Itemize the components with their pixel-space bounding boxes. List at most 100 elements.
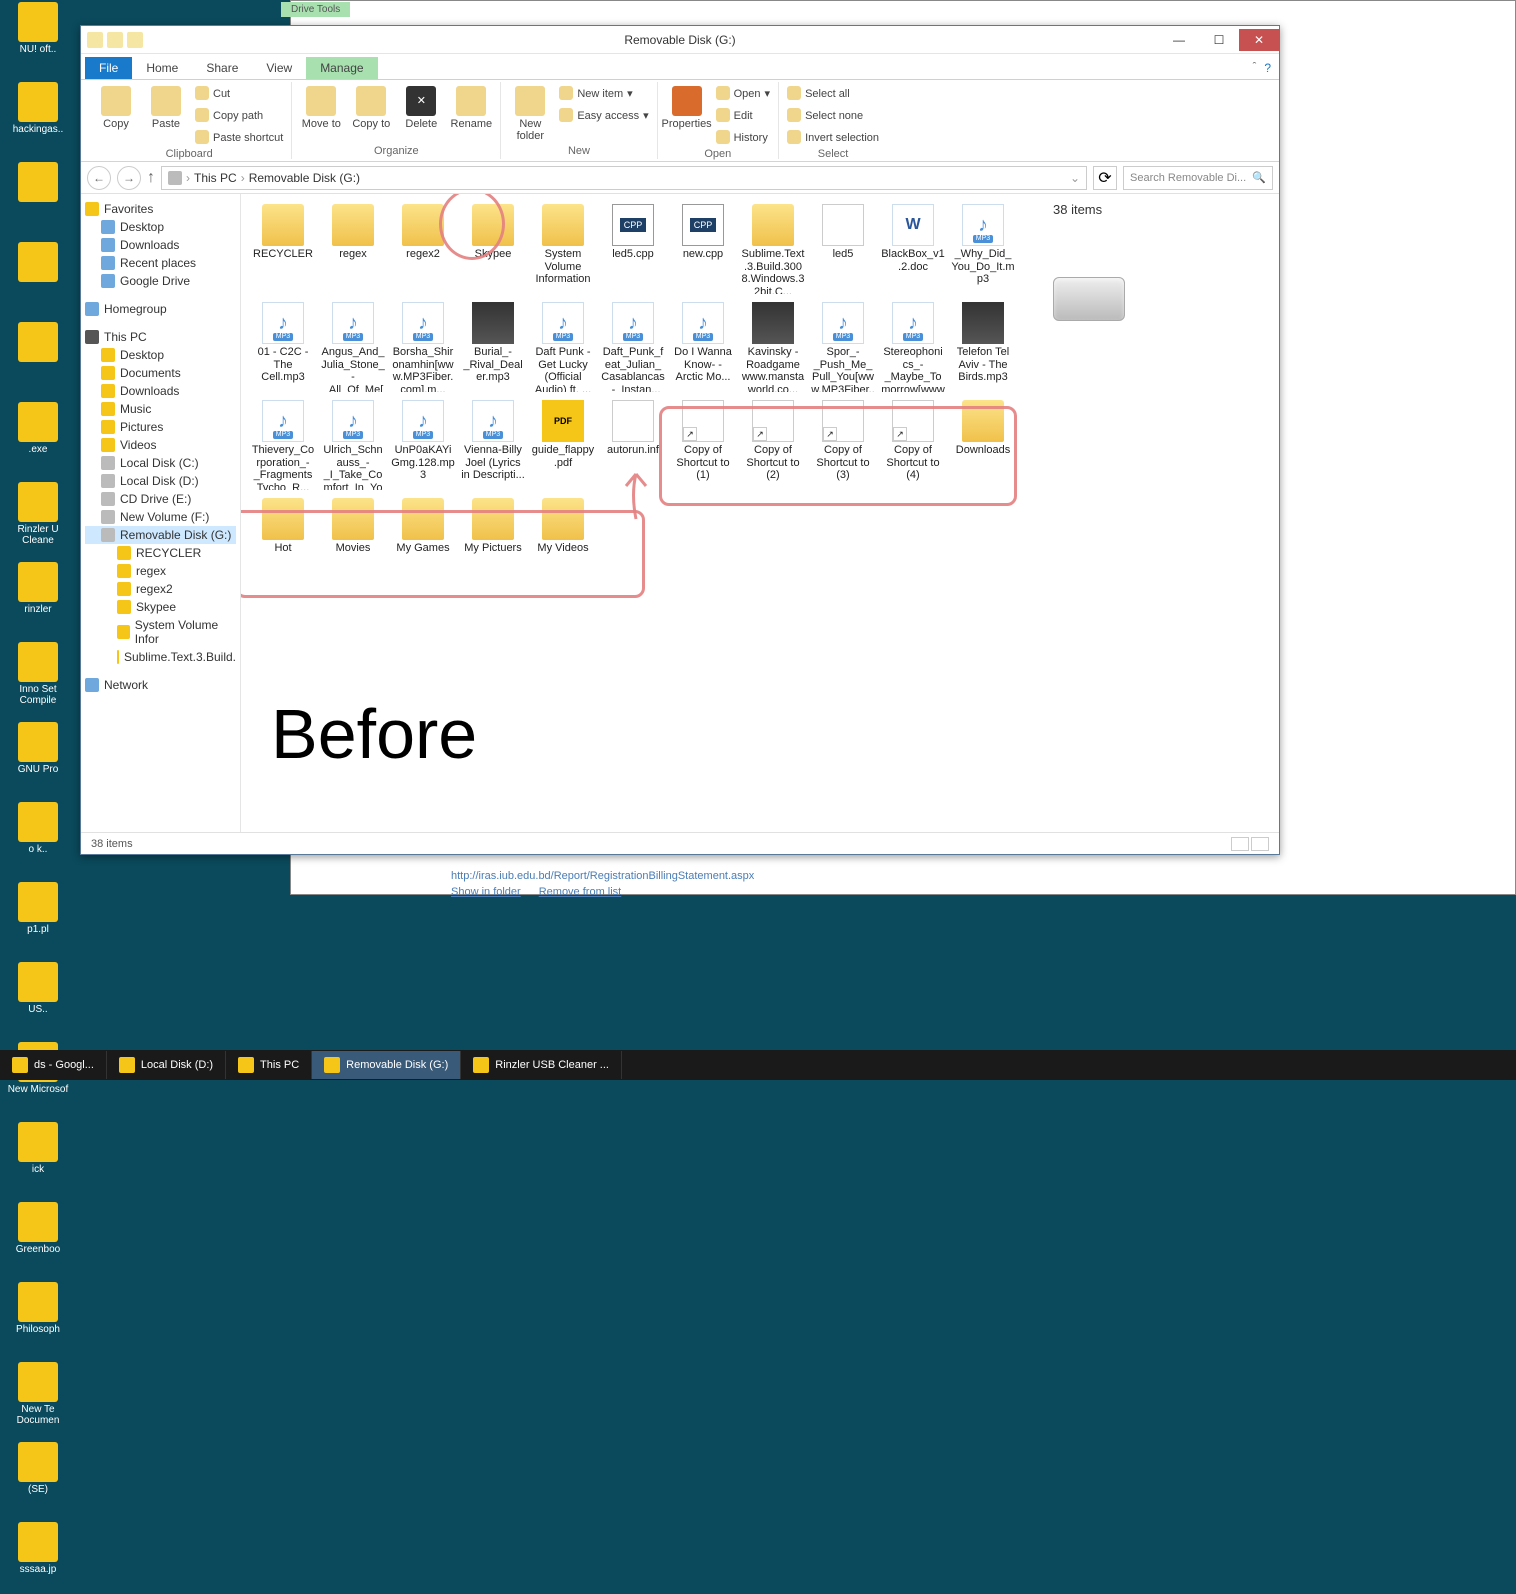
desktop-icon[interactable]: GNU Pro bbox=[2, 722, 74, 794]
desktop-icon[interactable]: rinzler bbox=[2, 562, 74, 634]
tab-share[interactable]: Share bbox=[192, 57, 252, 79]
nav-back-button[interactable]: ← bbox=[87, 166, 111, 190]
file-item[interactable]: guide_flappy.pdf bbox=[529, 398, 597, 492]
qat-icon[interactable] bbox=[107, 32, 123, 48]
file-item[interactable]: Copy of Shortcut to (1) bbox=[669, 398, 737, 492]
desktop-icon[interactable] bbox=[2, 242, 74, 314]
properties-button[interactable]: Properties bbox=[664, 84, 710, 132]
desktop-icon[interactable]: ick bbox=[2, 1122, 74, 1194]
file-item[interactable]: regex2 bbox=[389, 202, 457, 296]
paste-shortcut-button[interactable]: Paste shortcut bbox=[193, 128, 285, 148]
file-item[interactable]: new.cpp bbox=[669, 202, 737, 296]
bg-show-in-folder[interactable]: Show in folder bbox=[451, 886, 521, 898]
tree-item[interactable]: Removable Disk (G:) bbox=[85, 526, 236, 544]
desktop-icon[interactable]: hackingas.. bbox=[2, 82, 74, 154]
file-item[interactable]: System Volume Information bbox=[529, 202, 597, 296]
desktop-icon[interactable]: Rinzler U Cleane bbox=[2, 482, 74, 554]
tree-item[interactable]: Local Disk (C:) bbox=[85, 454, 236, 472]
file-item[interactable]: Do I Wanna Know- - Arctic Mo... bbox=[669, 300, 737, 394]
qat-icon[interactable] bbox=[127, 32, 143, 48]
new-folder-button[interactable]: New folder bbox=[507, 84, 553, 144]
file-item[interactable]: Daft_Punk_feat_Julian_Casablancas_-_Inst… bbox=[599, 300, 667, 394]
file-item[interactable]: My Pictuers bbox=[459, 496, 527, 557]
tree-item[interactable]: Sublime.Text.3.Build. bbox=[85, 648, 236, 666]
file-item[interactable]: Movies bbox=[319, 496, 387, 557]
breadcrumb[interactable]: › This PC › Removable Disk (G:) ⌄ bbox=[161, 166, 1087, 190]
file-item[interactable]: My Games bbox=[389, 496, 457, 557]
copy-to-button[interactable]: Copy to bbox=[348, 84, 394, 132]
close-button[interactable]: ✕ bbox=[1239, 29, 1279, 51]
tree-item[interactable]: Desktop bbox=[85, 346, 236, 364]
tab-home[interactable]: Home bbox=[132, 57, 192, 79]
file-item[interactable]: Hot bbox=[249, 496, 317, 557]
desktop-icon[interactable]: o k.. bbox=[2, 802, 74, 874]
desktop-icon[interactable]: .exe bbox=[2, 402, 74, 474]
refresh-button[interactable]: ⟳ bbox=[1093, 166, 1117, 190]
tree-item[interactable]: System Volume Infor bbox=[85, 616, 236, 648]
taskbar-button[interactable]: Local Disk (D:) bbox=[107, 1051, 226, 1079]
file-item[interactable]: Vienna-Billy Joel (Lyrics in Descripti..… bbox=[459, 398, 527, 492]
file-item[interactable]: Spor_-_Push_Me_Pull_You[www.MP3Fiber... bbox=[809, 300, 877, 394]
select-none-button[interactable]: Select none bbox=[785, 106, 881, 126]
tree-item[interactable]: RECYCLER bbox=[85, 544, 236, 562]
file-item[interactable]: led5.cpp bbox=[599, 202, 667, 296]
icons-view-button[interactable] bbox=[1251, 837, 1269, 851]
file-item[interactable]: _Why_Did_You_Do_It.mp3 bbox=[949, 202, 1017, 296]
tree-homegroup[interactable]: Homegroup bbox=[85, 300, 236, 318]
nav-up-button[interactable]: ↑ bbox=[147, 169, 155, 187]
tree-this-pc[interactable]: This PC bbox=[85, 328, 236, 346]
tab-view[interactable]: View bbox=[252, 57, 306, 79]
file-item[interactable]: Stereophonics_-_Maybe_Tomorrow[www.... bbox=[879, 300, 947, 394]
file-item[interactable]: Skypee bbox=[459, 202, 527, 296]
file-item[interactable]: My Videos bbox=[529, 496, 597, 557]
taskbar-button[interactable]: This PC bbox=[226, 1051, 312, 1079]
file-item[interactable]: Copy of Shortcut to (2) bbox=[739, 398, 807, 492]
tree-item[interactable]: CD Drive (E:) bbox=[85, 490, 236, 508]
qat-icon[interactable] bbox=[87, 32, 103, 48]
bg-remove-from-list[interactable]: Remove from list bbox=[539, 886, 622, 898]
cut-button[interactable]: Cut bbox=[193, 84, 285, 104]
tree-item[interactable]: Skypee bbox=[85, 598, 236, 616]
file-item[interactable]: UnP0aKAYiGmg.128.mp3 bbox=[389, 398, 457, 492]
chevron-down-icon[interactable]: ⌄ bbox=[1070, 171, 1080, 185]
desktop-icon[interactable]: Philosoph bbox=[2, 1282, 74, 1354]
tree-item[interactable]: Recent places bbox=[85, 254, 236, 272]
delete-button[interactable]: ✕Delete bbox=[398, 84, 444, 132]
file-item[interactable]: 01 - C2C - The Cell.mp3 bbox=[249, 300, 317, 394]
tree-item[interactable]: Documents bbox=[85, 364, 236, 382]
tree-item[interactable]: Google Drive bbox=[85, 272, 236, 290]
tree-favorites[interactable]: Favorites bbox=[85, 200, 236, 218]
desktop-icon[interactable] bbox=[2, 322, 74, 394]
help-icon[interactable]: ? bbox=[1264, 61, 1271, 75]
tree-network[interactable]: Network bbox=[85, 676, 236, 694]
file-item[interactable]: Burial_-_Rival_Dealer.mp3 bbox=[459, 300, 527, 394]
history-button[interactable]: History bbox=[714, 128, 772, 148]
breadcrumb-current[interactable]: Removable Disk (G:) bbox=[249, 171, 360, 185]
tree-item[interactable]: New Volume (F:) bbox=[85, 508, 236, 526]
tree-item[interactable]: regex bbox=[85, 562, 236, 580]
minimize-button[interactable]: — bbox=[1159, 29, 1199, 51]
nav-forward-button[interactable]: → bbox=[117, 166, 141, 190]
paste-button[interactable]: Paste bbox=[143, 84, 189, 132]
desktop-icon[interactable]: NU! oft.. bbox=[2, 2, 74, 74]
taskbar-button[interactable]: Rinzler USB Cleaner ... bbox=[461, 1051, 622, 1079]
tab-manage[interactable]: Manage bbox=[306, 57, 377, 79]
desktop-icon[interactable]: p1.pl bbox=[2, 882, 74, 954]
breadcrumb-root[interactable]: This PC bbox=[194, 171, 237, 185]
tree-item[interactable]: Desktop bbox=[85, 218, 236, 236]
new-item-button[interactable]: New item ▾ bbox=[557, 84, 650, 104]
tree-item[interactable]: Downloads bbox=[85, 236, 236, 254]
file-item[interactable]: led5 bbox=[809, 202, 877, 296]
copy-path-button[interactable]: Copy path bbox=[193, 106, 285, 126]
file-item[interactable]: Angus_And_Julia_Stone_-_All_Of_Me[www...… bbox=[319, 300, 387, 394]
file-item[interactable]: Copy of Shortcut to (3) bbox=[809, 398, 877, 492]
file-item[interactable]: Sublime.Text.3.Build.3008.Windows.32bit.… bbox=[739, 202, 807, 296]
desktop-icon[interactable]: (SE) bbox=[2, 1442, 74, 1514]
desktop-icon[interactable]: US.. bbox=[2, 962, 74, 1034]
taskbar-button[interactable]: Removable Disk (G:) bbox=[312, 1051, 461, 1079]
file-item[interactable]: BlackBox_v1.2.doc bbox=[879, 202, 947, 296]
invert-selection-button[interactable]: Invert selection bbox=[785, 128, 881, 148]
open-button[interactable]: Open ▾ bbox=[714, 84, 772, 104]
select-all-button[interactable]: Select all bbox=[785, 84, 881, 104]
file-item[interactable]: Telefon Tel Aviv - The Birds.mp3 bbox=[949, 300, 1017, 394]
